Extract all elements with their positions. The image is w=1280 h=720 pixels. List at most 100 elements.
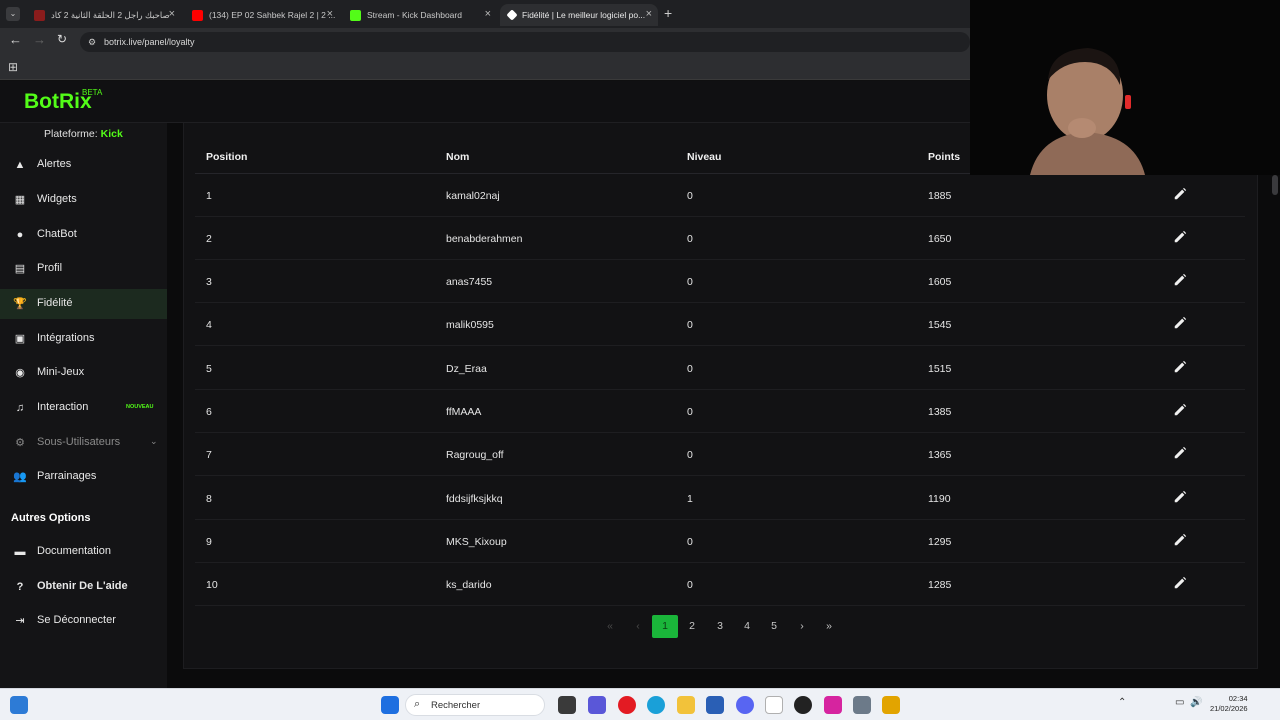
opera-icon[interactable] <box>618 696 636 714</box>
next-page-icon[interactable]: › <box>789 615 815 638</box>
page-button-1[interactable]: 1 <box>652 615 678 638</box>
table-row: 4 malik0595 0 1545 <box>195 303 1245 346</box>
volume-icon[interactable]: 🔊 <box>1190 697 1202 708</box>
edit-pencil-icon[interactable] <box>1173 316 1187 330</box>
chevron-up-icon[interactable]: ⌃ <box>1118 697 1126 708</box>
table-row: 6 ffMAAA 0 1385 <box>195 390 1245 433</box>
edit-pencil-icon[interactable] <box>1173 576 1187 590</box>
start-windows-icon[interactable] <box>381 696 399 714</box>
tab-1[interactable]: صاحبك راجل 2 الحلقة الثانية 2 كاد × <box>26 4 181 26</box>
last-page-icon[interactable]: » <box>816 615 842 638</box>
edit-pencil-icon[interactable] <box>1173 533 1187 547</box>
sidebar-item-alertes[interactable]: ▲ Alertes <box>0 150 167 180</box>
header-name[interactable]: Nom <box>446 151 469 163</box>
back-icon[interactable]: ← <box>9 32 22 47</box>
gamepad-icon: ◉ <box>15 367 25 379</box>
close-icon[interactable]: × <box>327 8 333 20</box>
settings-icon[interactable] <box>853 696 871 714</box>
book-icon: ▬ <box>14 546 26 558</box>
sidebar-item-label: Obtenir De L'aide <box>37 580 128 592</box>
sidebar: Plateforme: Kick ▲ Alertes ▦ Widgets ● C… <box>0 123 167 688</box>
store-icon[interactable] <box>706 696 724 714</box>
tab-4[interactable]: Fidélité | Le meilleur logiciel po... × <box>500 4 658 26</box>
cell-level: 0 <box>687 233 693 245</box>
network-icon[interactable]: ▭ <box>1175 697 1184 708</box>
cell-points: 1385 <box>928 406 952 418</box>
sidebar-item-sous-utilisateurs[interactable]: ⚙ Sous-Utilisateurs ⌄ <box>0 428 167 458</box>
page-button-5[interactable]: 5 <box>761 615 787 638</box>
cell-position: 2 <box>206 233 212 245</box>
cell-level: 0 <box>687 319 693 331</box>
header-level[interactable]: Niveau <box>687 151 721 163</box>
close-icon[interactable]: × <box>646 8 652 20</box>
sidebar-item-logout[interactable]: ⇥ Se Déconnecter <box>0 606 167 636</box>
edit-pencil-icon[interactable] <box>1173 446 1187 460</box>
table-row: 10 ks_darido 0 1285 <box>195 563 1245 606</box>
sidebar-item-label: Parrainages <box>37 470 97 482</box>
header-position[interactable]: Position <box>206 151 247 163</box>
header-points[interactable]: Points <box>928 151 960 163</box>
edit-pencil-icon[interactable] <box>1173 187 1187 201</box>
sidebar-item-documentation[interactable]: ▬ Documentation <box>0 537 167 567</box>
edit-pencil-icon[interactable] <box>1173 230 1187 244</box>
rockstar-icon[interactable] <box>882 696 900 714</box>
cell-name: Dz_Eraa <box>446 363 487 375</box>
windows-taskbar: ⌕ Rechercher ⌃ ▭ 🔊 02:34 21/02/2026 <box>0 688 1280 720</box>
tab-3[interactable]: Stream - Kick Dashboard × <box>342 4 497 26</box>
cell-position: 6 <box>206 406 212 418</box>
prev-page-icon[interactable]: ‹ <box>625 615 651 638</box>
discord-icon[interactable] <box>736 696 754 714</box>
tab-search-icon[interactable]: ⌄ <box>6 7 20 21</box>
page-scrollbar[interactable] <box>1272 175 1278 195</box>
cell-level: 0 <box>687 536 693 548</box>
sidebar-item-help[interactable]: ? Obtenir De L'aide <box>0 572 167 602</box>
new-tab-icon[interactable]: + <box>664 5 672 21</box>
taskbar-clock[interactable]: 02:34 21/02/2026 <box>1210 694 1248 714</box>
close-icon[interactable]: × <box>169 8 175 20</box>
edit-pencil-icon[interactable] <box>1173 403 1187 417</box>
url-field[interactable]: ⚙ botrix.live/panel/loyalty <box>80 32 970 52</box>
sidebar-item-mini-jeux[interactable]: ◉ Mini-Jeux <box>0 358 167 388</box>
sidebar-item-fidelite[interactable]: 🏆 Fidélité <box>0 289 167 319</box>
notepad-icon[interactable] <box>765 696 783 714</box>
grid-icon: ▦ <box>14 194 26 206</box>
edit-pencil-icon[interactable] <box>1173 360 1187 374</box>
page-button-4[interactable]: 4 <box>734 615 760 638</box>
page-button-2[interactable]: 2 <box>679 615 705 638</box>
widgets-icon[interactable] <box>10 696 28 714</box>
sidebar-item-profil[interactable]: ▤ Profil <box>0 254 167 284</box>
taskbar-search[interactable]: ⌕ Rechercher <box>405 694 545 716</box>
file-explorer-icon[interactable] <box>677 696 695 714</box>
reload-icon[interactable]: ↻ <box>57 32 67 46</box>
sidebar-item-chatbot[interactable]: ● ChatBot <box>0 220 167 250</box>
first-page-icon[interactable]: « <box>597 615 623 638</box>
sidebar-item-integrations[interactable]: ▣ Intégrations <box>0 324 167 354</box>
obs-icon[interactable] <box>794 696 812 714</box>
sidebar-item-label: Documentation <box>37 545 111 557</box>
platform-value: Kick <box>100 128 123 140</box>
sidebar-item-interaction[interactable]: ♫ Interaction NOUVEAU <box>0 393 167 423</box>
cell-points: 1515 <box>928 363 952 375</box>
edit-pencil-icon[interactable] <box>1173 273 1187 287</box>
taskview-icon[interactable] <box>558 696 576 714</box>
edge-icon[interactable] <box>647 696 665 714</box>
page-button-3[interactable]: 3 <box>707 615 733 638</box>
table-row: 7 Ragroug_off 0 1365 <box>195 433 1245 476</box>
chat-app-icon[interactable] <box>588 696 606 714</box>
chevron-down-icon[interactable]: ⌄ <box>150 436 158 447</box>
users-cog-icon: ⚙ <box>15 437 25 449</box>
tab-title: صاحبك راجل 2 الحلقة الثانية 2 كاد <box>51 9 170 20</box>
close-icon[interactable]: × <box>485 8 491 20</box>
edit-pencil-icon[interactable] <box>1173 490 1187 504</box>
sidebar-item-label: Profil <box>37 262 63 274</box>
sidebar-item-parrainages[interactable]: 👥 Parrainages <box>0 462 167 492</box>
cell-name: kamal02naj <box>446 190 500 202</box>
site-info-icon[interactable]: ⚙ <box>88 37 96 48</box>
sidebar-item-label: Alertes <box>37 158 72 170</box>
forward-icon[interactable]: → <box>33 32 46 47</box>
instagram-icon[interactable] <box>824 696 842 714</box>
tab-2[interactable]: (134) EP 02 Sahbek Rajel 2 | 2 ... × <box>184 4 339 26</box>
apps-grid-icon[interactable]: ⊞ <box>8 60 18 74</box>
sidebar-item-widgets[interactable]: ▦ Widgets <box>0 185 167 215</box>
warning-icon: ▲ <box>14 159 26 171</box>
